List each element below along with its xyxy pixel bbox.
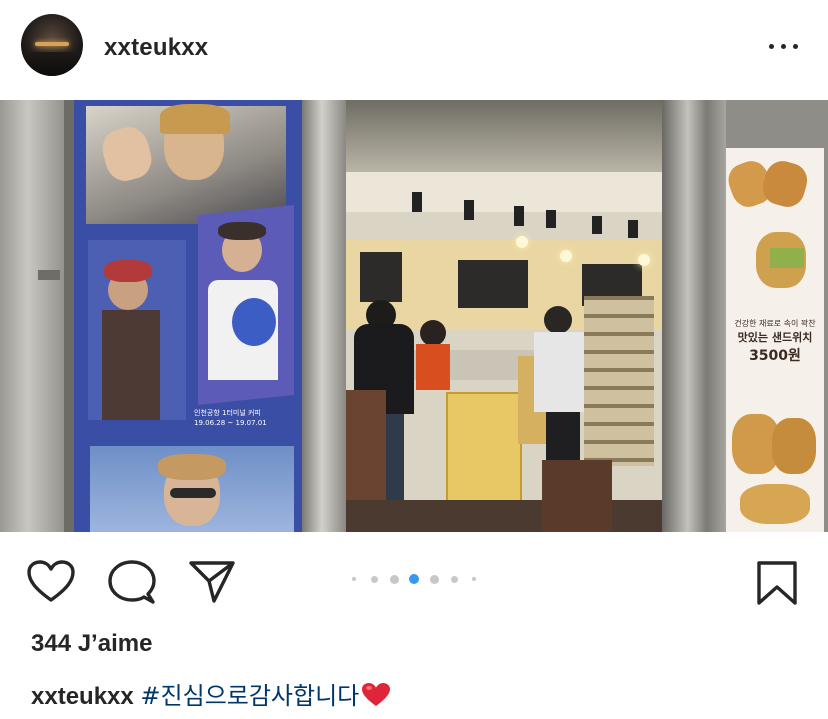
sandwich-poster-line1: 건강한 재료로 속이 꽉찬 [734,319,816,328]
carousel-indicator [350,574,478,584]
carousel-dot-active [409,574,419,584]
caption: xxteukxx #진심으로감사합니다 [31,676,391,715]
carousel-dot [450,575,458,583]
comment-bubble-icon[interactable] [108,560,156,606]
heart-emoji-icon [361,682,391,715]
carousel-dot [389,574,399,584]
ellipsis-icon[interactable] [767,35,801,59]
cafe-interior [346,100,662,532]
avatar[interactable] [21,14,83,76]
carousel-dot [429,574,439,584]
sandwich-poster: 건강한 재료로 속이 꽉찬 맛있는 샌드위치 3500원 [723,148,824,532]
carousel-dot [472,577,476,581]
likes-count[interactable]: 344 J’aime [31,630,152,658]
post-photo[interactable]: 인천공항 1터미널 커피 19.06.28 ~ 19.07.01 건강한 재료로… [0,100,828,532]
carousel-dot [352,577,356,581]
sandwich-poster-price: 3500원 [749,348,801,364]
sandwich-poster-line2: 맛있는 샌드위치 [737,331,813,344]
carousel-dot [370,575,378,583]
post-header: xxteukxx [0,0,828,100]
caption-username[interactable]: xxteukxx [31,683,134,710]
username[interactable]: xxteukxx [104,34,208,62]
paper-plane-icon[interactable] [188,560,236,604]
caption-hashtag[interactable]: #진심으로감사합니다 [140,682,359,710]
poster-text: 인천공항 1터미널 커피 [194,409,261,417]
poster-date: 19.06.28 ~ 19.07.01 [194,419,267,427]
bookmark-icon[interactable] [756,560,798,606]
idol-poster: 인천공항 1터미널 커피 19.06.28 ~ 19.07.01 [74,100,302,532]
heart-icon[interactable] [26,560,76,604]
